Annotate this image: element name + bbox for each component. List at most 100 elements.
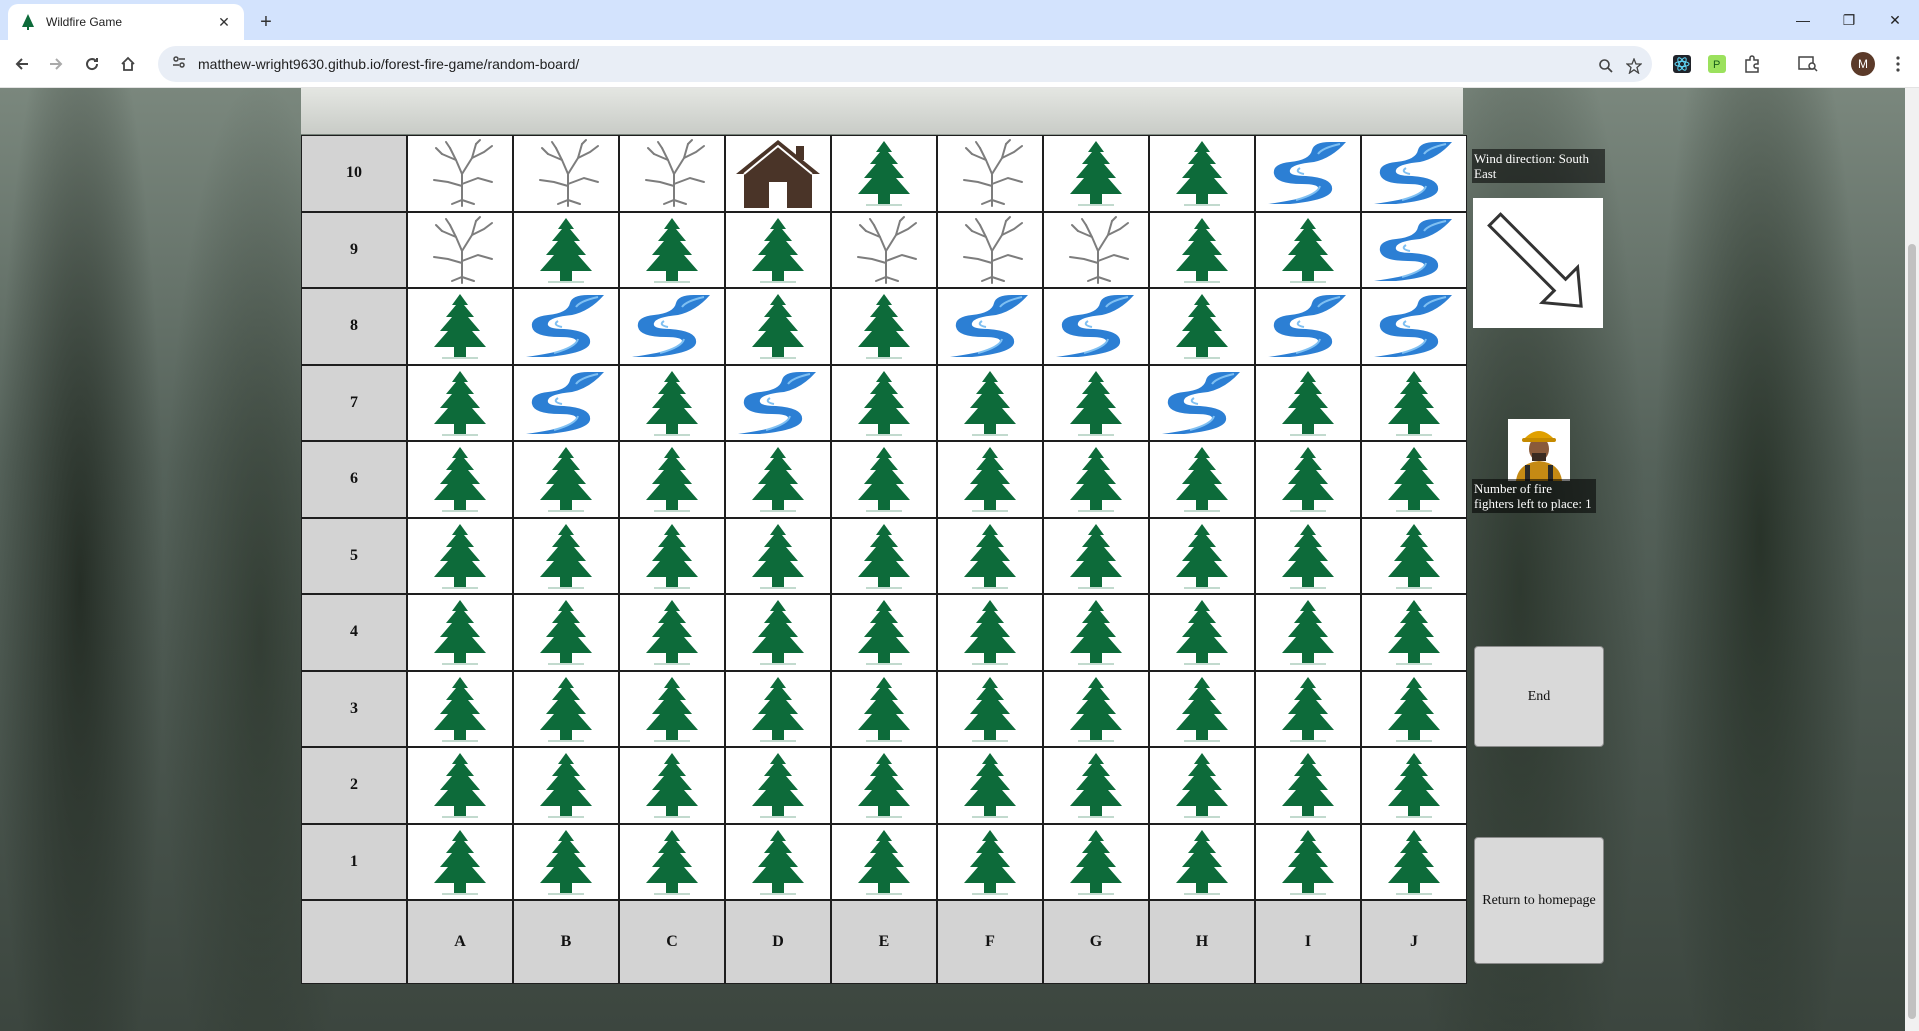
board-cell-pine-tree[interactable]: [831, 517, 937, 594]
board-cell-pine-tree[interactable]: [831, 747, 937, 824]
firefighter-icon[interactable]: [1508, 419, 1570, 481]
board-cell-pine-tree[interactable]: [619, 211, 725, 288]
board-cell-pine-tree[interactable]: [725, 211, 831, 288]
board-cell-pine-tree[interactable]: [1361, 747, 1467, 824]
board-cell-dead-tree[interactable]: [513, 135, 619, 212]
board-cell-water[interactable]: [513, 364, 619, 441]
board-cell-pine-tree[interactable]: [1255, 747, 1361, 824]
board-cell-pine-tree[interactable]: [831, 823, 937, 900]
board-cell-pine-tree[interactable]: [1255, 364, 1361, 441]
board-cell-pine-tree[interactable]: [937, 441, 1043, 518]
board-cell-pine-tree[interactable]: [1043, 823, 1149, 900]
board-cell-pine-tree[interactable]: [619, 441, 725, 518]
end-button[interactable]: End: [1474, 646, 1604, 747]
board-cell-pine-tree[interactable]: [513, 747, 619, 824]
board-cell-pine-tree[interactable]: [407, 747, 513, 824]
board-cell-pine-tree[interactable]: [1149, 211, 1255, 288]
board-cell-pine-tree[interactable]: [725, 441, 831, 518]
board-cell-pine-tree[interactable]: [1149, 517, 1255, 594]
board-cell-pine-tree[interactable]: [725, 823, 831, 900]
board-cell-pine-tree[interactable]: [619, 747, 725, 824]
board-cell-dead-tree[interactable]: [937, 211, 1043, 288]
board-cell-pine-tree[interactable]: [1361, 441, 1467, 518]
board-cell-pine-tree[interactable]: [1149, 441, 1255, 518]
board-cell-pine-tree[interactable]: [619, 823, 725, 900]
board-cell-pine-tree[interactable]: [407, 364, 513, 441]
board-cell-pine-tree[interactable]: [831, 441, 937, 518]
board-cell-pine-tree[interactable]: [831, 594, 937, 671]
board-cell-pine-tree[interactable]: [407, 594, 513, 671]
board-cell-water[interactable]: [1149, 364, 1255, 441]
address-bar[interactable]: matthew-wright9630.github.io/forest-fire…: [158, 46, 1652, 82]
browser-tab[interactable]: Wildfire Game ✕: [8, 4, 244, 40]
board-cell-pine-tree[interactable]: [1255, 670, 1361, 747]
board-cell-pine-tree[interactable]: [1361, 670, 1467, 747]
board-cell-pine-tree[interactable]: [407, 670, 513, 747]
board-cell-pine-tree[interactable]: [937, 594, 1043, 671]
board-cell-pine-tree[interactable]: [1255, 594, 1361, 671]
board-cell-water[interactable]: [725, 364, 831, 441]
board-cell-water[interactable]: [1255, 288, 1361, 365]
board-cell-water[interactable]: [619, 288, 725, 365]
board-cell-pine-tree[interactable]: [1361, 517, 1467, 594]
board-cell-pine-tree[interactable]: [1361, 364, 1467, 441]
board-cell-pine-tree[interactable]: [1149, 135, 1255, 212]
board-cell-pine-tree[interactable]: [513, 517, 619, 594]
board-cell-pine-tree[interactable]: [513, 441, 619, 518]
board-cell-dead-tree[interactable]: [937, 135, 1043, 212]
minimize-icon[interactable]: —: [1780, 0, 1826, 40]
board-cell-pine-tree[interactable]: [1043, 747, 1149, 824]
profile-avatar[interactable]: M: [1851, 52, 1875, 76]
zoom-icon[interactable]: [1594, 54, 1618, 78]
back-icon[interactable]: [8, 50, 36, 78]
board-cell-pine-tree[interactable]: [725, 517, 831, 594]
board-cell-pine-tree[interactable]: [619, 670, 725, 747]
board-cell-pine-tree[interactable]: [1255, 441, 1361, 518]
board-cell-dead-tree[interactable]: [619, 135, 725, 212]
board-cell-pine-tree[interactable]: [1149, 288, 1255, 365]
board-cell-pine-tree[interactable]: [619, 594, 725, 671]
home-icon[interactable]: [114, 50, 142, 78]
react-devtools-icon[interactable]: [1670, 52, 1694, 76]
board-cell-water[interactable]: [1361, 135, 1467, 212]
board-cell-pine-tree[interactable]: [1043, 441, 1149, 518]
tab-search-icon[interactable]: [1796, 52, 1820, 76]
return-to-homepage-button[interactable]: Return to homepage: [1474, 837, 1604, 964]
site-info-icon[interactable]: [172, 55, 186, 74]
board-cell-pine-tree[interactable]: [513, 594, 619, 671]
board-cell-pine-tree[interactable]: [1043, 364, 1149, 441]
board-cell-water[interactable]: [937, 288, 1043, 365]
board-cell-pine-tree[interactable]: [513, 670, 619, 747]
board-cell-pine-tree[interactable]: [1043, 594, 1149, 671]
board-cell-pine-tree[interactable]: [725, 594, 831, 671]
board-cell-dead-tree[interactable]: [831, 211, 937, 288]
board-cell-pine-tree[interactable]: [1149, 823, 1255, 900]
menu-kebab-icon[interactable]: [1886, 52, 1910, 76]
board-cell-pine-tree[interactable]: [619, 517, 725, 594]
board-cell-pine-tree[interactable]: [937, 823, 1043, 900]
board-cell-water[interactable]: [513, 288, 619, 365]
restore-icon[interactable]: ❐: [1826, 0, 1872, 40]
board-cell-pine-tree[interactable]: [1361, 823, 1467, 900]
reload-icon[interactable]: [78, 50, 106, 78]
board-cell-pine-tree[interactable]: [831, 288, 937, 365]
board-cell-pine-tree[interactable]: [1255, 211, 1361, 288]
board-cell-water[interactable]: [1255, 135, 1361, 212]
close-window-icon[interactable]: ✕: [1872, 0, 1918, 40]
board-cell-pine-tree[interactable]: [725, 288, 831, 365]
board-cell-pine-tree[interactable]: [619, 364, 725, 441]
board-cell-pine-tree[interactable]: [937, 517, 1043, 594]
board-cell-water[interactable]: [1361, 288, 1467, 365]
board-cell-pine-tree[interactable]: [831, 670, 937, 747]
forward-icon[interactable]: [42, 50, 70, 78]
board-cell-water[interactable]: [1043, 288, 1149, 365]
board-cell-pine-tree[interactable]: [725, 670, 831, 747]
close-tab-icon[interactable]: ✕: [214, 12, 234, 32]
board-cell-pine-tree[interactable]: [1149, 747, 1255, 824]
board-cell-pine-tree[interactable]: [1043, 135, 1149, 212]
board-cell-dead-tree[interactable]: [407, 135, 513, 212]
board-cell-pine-tree[interactable]: [937, 670, 1043, 747]
board-cell-pine-tree[interactable]: [1149, 670, 1255, 747]
board-cell-pine-tree[interactable]: [937, 747, 1043, 824]
board-cell-pine-tree[interactable]: [513, 211, 619, 288]
